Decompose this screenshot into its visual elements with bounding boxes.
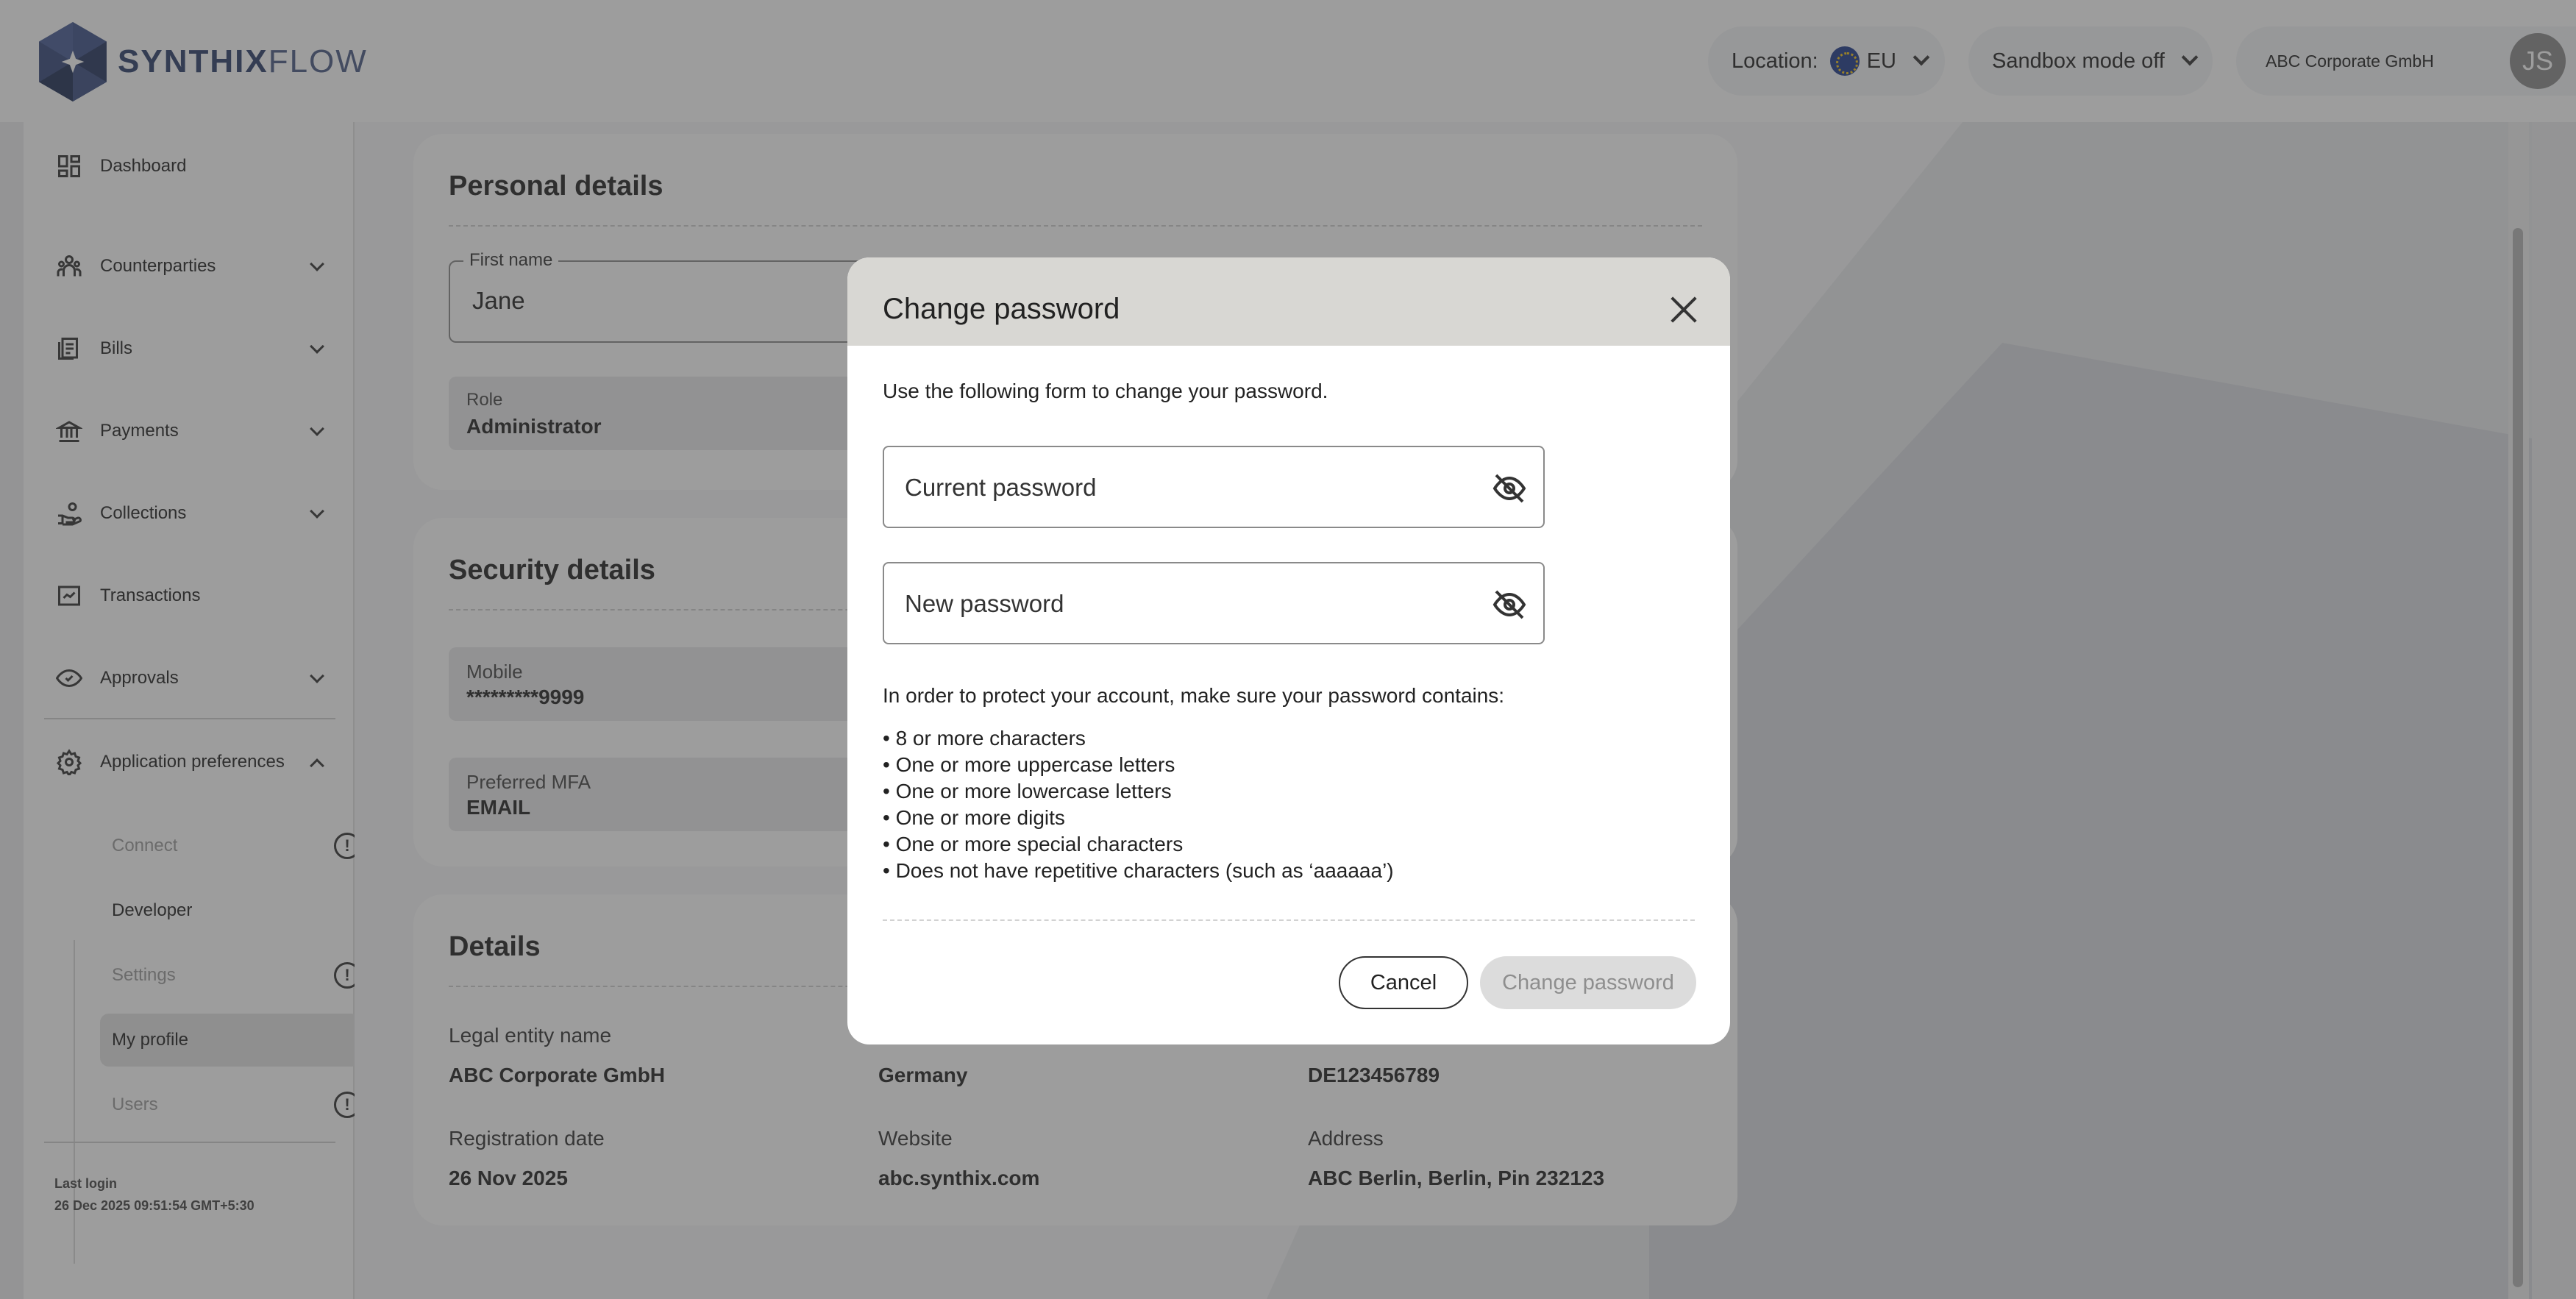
password-rules-list: • 8 or more characters • One or more upp…: [883, 725, 1394, 884]
password-rule: • 8 or more characters: [883, 727, 1086, 750]
password-rule: • Does not have repetitive characters (s…: [883, 859, 1394, 882]
eye-off-icon[interactable]: [1492, 587, 1527, 622]
password-rule: • One or more special characters: [883, 833, 1184, 855]
change-password-button[interactable]: Change password: [1480, 956, 1696, 1009]
password-rule: • One or more lowercase letters: [883, 780, 1172, 802]
password-rules-intro: In order to protect your account, make s…: [883, 684, 1505, 707]
dialog-header: Change password: [847, 257, 1730, 346]
change-password-dialog: Change password Use the following form t…: [847, 257, 1730, 1044]
dialog-divider: [883, 919, 1695, 921]
eye-off-icon[interactable]: [1492, 471, 1527, 506]
dialog-intro: Use the following form to change your pa…: [883, 380, 1328, 402]
close-icon[interactable]: [1670, 296, 1698, 324]
cancel-button[interactable]: Cancel: [1339, 956, 1468, 1009]
password-rule: • One or more uppercase letters: [883, 753, 1175, 776]
password-rule: • One or more digits: [883, 806, 1065, 829]
input-placeholder: Current password: [905, 474, 1097, 501]
input-placeholder: New password: [905, 590, 1064, 617]
current-password-input[interactable]: Current password: [883, 446, 1545, 528]
dialog-title: Change password: [883, 293, 1120, 325]
new-password-input[interactable]: New password: [883, 562, 1545, 644]
